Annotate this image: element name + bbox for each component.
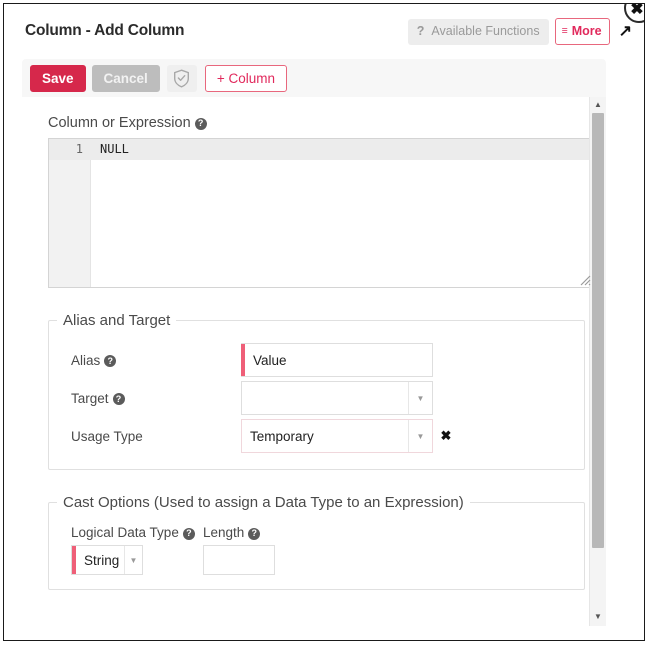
- help-icon[interactable]: ?: [194, 117, 207, 130]
- logical-data-type-cell: String ▼: [71, 545, 203, 575]
- logical-data-type-label: Logical Data Type?: [71, 525, 203, 540]
- more-button[interactable]: ≡ More: [554, 18, 610, 45]
- help-icon[interactable]: ?: [112, 393, 125, 405]
- header-actions: ? Available Functions ≡ More ↗: [407, 18, 634, 45]
- available-functions-label: Available Functions: [431, 23, 540, 38]
- editor-line-number: 1: [75, 142, 83, 156]
- cast-options-section: Cast Options (Used to assign a Data Type…: [48, 494, 585, 590]
- save-button[interactable]: Save: [30, 64, 86, 92]
- alias-input[interactable]: Value: [241, 343, 433, 377]
- alias-label-text: Alias: [71, 352, 101, 368]
- question-mark-icon: ?: [416, 23, 425, 38]
- usage-type-row: Usage Type Temporary ▼ ✖: [49, 417, 584, 455]
- alias-and-target-legend: Alias and Target: [63, 312, 171, 329]
- target-select[interactable]: ▼: [241, 381, 433, 415]
- close-icon: ✖: [630, 3, 644, 18]
- resize-grip-icon[interactable]: [578, 273, 591, 286]
- logical-data-type-value: String: [84, 552, 120, 568]
- scroll-down-arrow-icon[interactable]: ▼: [590, 610, 606, 624]
- chevron-down-icon[interactable]: ▼: [408, 420, 432, 452]
- target-row: Target? ▼: [49, 379, 584, 417]
- dialog-scroll-area: Column or Expression? 1 NULL Alias and T…: [22, 97, 606, 626]
- alias-label: Alias?: [71, 353, 241, 368]
- help-icon[interactable]: ?: [248, 527, 261, 540]
- shield-check-icon: [174, 68, 190, 88]
- action-toolbar: Save Cancel + Column: [22, 59, 606, 97]
- scrollbar-thumb[interactable]: [592, 113, 604, 548]
- length-label-text: Length: [203, 525, 245, 540]
- form-content: Column or Expression? 1 NULL Alias and T…: [22, 97, 606, 590]
- usage-type-select[interactable]: Temporary ▼: [241, 419, 433, 453]
- chevron-down-icon[interactable]: ▼: [408, 382, 432, 414]
- alias-and-target-section: Alias and Target Alias? Value Target? ▼ …: [48, 312, 585, 470]
- length-label: Length?: [203, 525, 261, 540]
- usage-type-label-text: Usage Type: [71, 428, 143, 444]
- dialog-header: Column - Add Column ? Available Function…: [4, 4, 644, 56]
- alias-row: Alias? Value: [49, 341, 584, 379]
- alias-input-value: Value: [253, 352, 287, 368]
- add-column-button[interactable]: + Column: [204, 64, 287, 92]
- cast-options-fields: String ▼: [49, 545, 584, 575]
- cast-options-labels: Logical Data Type? Length?: [49, 525, 584, 540]
- dialog-window: Column - Add Column ? Available Function…: [3, 3, 645, 641]
- logical-data-type-select[interactable]: String ▼: [71, 545, 143, 575]
- help-icon[interactable]: ?: [104, 355, 117, 367]
- help-icon[interactable]: ?: [182, 527, 195, 540]
- clear-usage-type-button[interactable]: ✖: [435, 419, 457, 453]
- editor-active-line: [49, 139, 592, 160]
- expression-code-editor[interactable]: 1 NULL: [48, 138, 593, 288]
- expand-icon[interactable]: ↗: [619, 23, 632, 40]
- usage-type-select-value: Temporary: [250, 428, 314, 444]
- target-label: Target?: [71, 391, 241, 406]
- scroll-up-arrow-icon[interactable]: ▲: [590, 98, 606, 112]
- editor-gutter: [49, 139, 91, 287]
- editor-code-text: NULL: [100, 142, 129, 156]
- available-functions-button[interactable]: ? Available Functions: [407, 18, 549, 45]
- cast-options-legend: Cast Options (Used to assign a Data Type…: [63, 494, 464, 511]
- logical-data-type-label-text: Logical Data Type: [71, 525, 179, 540]
- usage-type-label: Usage Type: [71, 429, 241, 444]
- chevron-down-icon[interactable]: ▼: [124, 546, 142, 574]
- length-input[interactable]: [203, 545, 275, 575]
- column-or-expression-label: Column or Expression?: [48, 115, 582, 131]
- hamburger-icon: ≡: [561, 24, 568, 37]
- column-or-expression-label-text: Column or Expression: [48, 115, 191, 131]
- cancel-button[interactable]: Cancel: [91, 64, 160, 92]
- page-title: Column - Add Column: [25, 22, 185, 39]
- more-label: More: [571, 23, 602, 38]
- validate-button[interactable]: [166, 64, 197, 92]
- target-label-text: Target: [71, 390, 109, 406]
- vertical-scrollbar[interactable]: ▲ ▼: [589, 97, 606, 626]
